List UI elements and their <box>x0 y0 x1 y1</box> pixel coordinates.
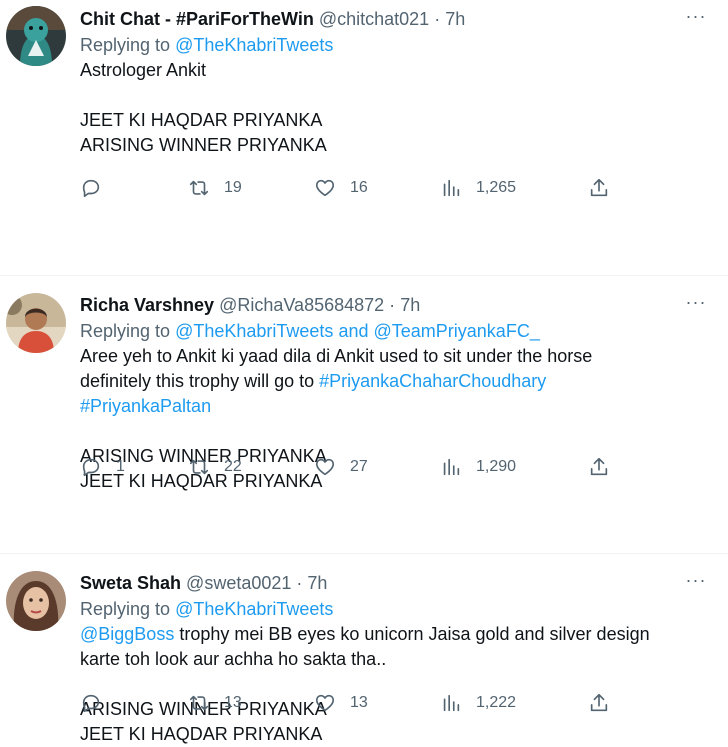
views-icon <box>443 458 460 476</box>
replying-to: Replying to @TheKhabriTweets <box>80 32 708 58</box>
tweet[interactable]: Chit Chat - #PariForTheWin @chitchat021 … <box>0 0 728 276</box>
view-count: 1,222 <box>476 694 517 711</box>
text-line: #PriyankaPaltan <box>80 394 708 419</box>
mention-link[interactable]: @TheKhabriTweets <box>175 321 333 341</box>
avatar-image <box>6 6 66 66</box>
tweet-text: @BiggBoss trophy mei BB eyes ko unicorn … <box>80 622 708 747</box>
hashtag-link[interactable]: #PriyankaChaharChoudhary <box>319 371 546 391</box>
reply-button[interactable] <box>80 689 116 717</box>
views-icon <box>443 694 460 712</box>
share-icon <box>590 457 608 476</box>
retweet-button[interactable]: 13 <box>188 689 242 717</box>
mention-link[interactable]: @TheKhabriTweets <box>175 599 333 619</box>
more-icon[interactable]: ··· <box>684 6 708 32</box>
replying-to: Replying to @TheKhabriTweets and @TeamPr… <box>80 318 708 344</box>
like-button[interactable]: 16 <box>314 174 368 202</box>
tweet[interactable]: Sweta Shah @sweta0021 · 7h ··· Replying … <box>0 554 728 744</box>
like-count: 16 <box>350 179 368 196</box>
hashtag-link[interactable]: #PriyankaPaltan <box>80 396 211 416</box>
timestamp[interactable]: 7h <box>307 573 327 593</box>
mention-link[interactable]: @BiggBoss <box>80 624 174 644</box>
separator-dot: · <box>389 295 396 315</box>
like-count: 27 <box>350 458 368 475</box>
author-name[interactable]: Richa Varshney <box>80 295 214 315</box>
text-line: ARISING WINNER PRIYANKA <box>80 135 327 155</box>
reply-icon <box>82 458 100 477</box>
timestamp[interactable]: 7h <box>400 295 420 315</box>
share-button[interactable] <box>588 689 610 717</box>
views-button[interactable]: 1,265 <box>440 174 516 202</box>
retweet-icon <box>189 180 209 196</box>
more-icon[interactable]: ··· <box>684 570 708 596</box>
replying-to-label: Replying to <box>80 321 171 341</box>
like-button[interactable]: 27 <box>314 453 368 481</box>
reply-icon <box>82 179 100 198</box>
views-icon <box>443 179 460 197</box>
text-line: JEET KI HAQDAR PRIYANKA <box>80 110 323 130</box>
heart-icon <box>315 694 335 712</box>
retweet-button[interactable]: 22 <box>188 453 242 481</box>
like-count: 13 <box>350 694 368 711</box>
retweet-button[interactable]: 19 <box>188 174 242 202</box>
text-line: Aree yeh to Ankit ki yaad dila di Ankit … <box>80 346 593 366</box>
author-name[interactable]: Sweta Shah <box>80 573 181 593</box>
reply-icon <box>82 694 100 713</box>
author-handle[interactable]: @RichaVa85684872 <box>219 295 384 315</box>
retweet-count: 19 <box>224 179 242 196</box>
retweet-count: 22 <box>224 458 242 475</box>
text-gap <box>80 83 708 108</box>
text-line: @BiggBoss trophy mei BB eyes ko unicorn … <box>80 622 708 647</box>
mention-link[interactable]: @TeamPriyankaFC_ <box>374 321 540 341</box>
replying-to-label: Replying to <box>80 599 171 619</box>
action-bar: 19 16 1,265 <box>80 174 620 202</box>
tweet[interactable]: Richa Varshney @RichaVa85684872 · 7h ···… <box>0 276 728 554</box>
author-name[interactable]: Chit Chat - #PariForTheWin <box>80 9 314 29</box>
retweet-icon <box>189 459 209 475</box>
views-button[interactable]: 1,222 <box>440 689 516 717</box>
replying-to: Replying to @TheKhabriTweets <box>80 596 708 622</box>
avatar[interactable] <box>6 6 66 66</box>
reply-button[interactable]: 1 <box>80 453 125 481</box>
reply-count: 1 <box>116 458 125 475</box>
author-handle[interactable]: @chitchat021 <box>319 9 429 29</box>
reply-button[interactable] <box>80 174 116 202</box>
text-line: JEET KI HAQDAR PRIYANKA <box>80 724 323 744</box>
avatar-image <box>6 293 66 353</box>
text-segment: definitely this trophy will go to <box>80 371 315 391</box>
retweet-icon <box>189 695 209 711</box>
view-count: 1,265 <box>476 179 517 196</box>
timestamp[interactable]: 7h <box>445 9 465 29</box>
share-icon <box>590 178 608 197</box>
action-bar: 13 13 1,222 <box>80 689 620 717</box>
tweet-text: Astrologer Ankit JEET KI HAQDAR PRIYANKA… <box>80 58 708 158</box>
separator-dot: · <box>434 9 441 29</box>
action-bar: 1 22 27 1,290 <box>80 453 620 481</box>
more-icon[interactable]: ··· <box>684 292 708 318</box>
heart-icon <box>315 179 335 197</box>
share-icon <box>590 693 608 712</box>
like-button[interactable]: 13 <box>314 689 368 717</box>
replying-to-label: Replying to <box>80 35 171 55</box>
text-segment: trophy mei BB eyes ko unicorn Jaisa gold… <box>179 624 650 644</box>
avatar[interactable] <box>6 571 66 631</box>
avatar[interactable] <box>6 293 66 353</box>
avatar-image <box>6 571 66 631</box>
share-button[interactable] <box>588 174 610 202</box>
mention-joiner: and <box>338 321 369 341</box>
mention-link[interactable]: @TheKhabriTweets <box>175 35 333 55</box>
views-button[interactable]: 1,290 <box>440 453 516 481</box>
retweet-count: 13 <box>224 694 242 711</box>
author-handle[interactable]: @sweta0021 <box>186 573 291 593</box>
share-button[interactable] <box>588 453 610 481</box>
text-line: Astrologer Ankit <box>80 60 207 80</box>
text-line: definitely this trophy will go to #Priya… <box>80 369 708 394</box>
separator-dot: · <box>296 573 303 593</box>
heart-icon <box>315 458 335 476</box>
text-gap <box>80 419 708 444</box>
view-count: 1,290 <box>476 458 517 475</box>
text-line: karte toh look aur achha ho sakta tha.. <box>80 649 387 669</box>
